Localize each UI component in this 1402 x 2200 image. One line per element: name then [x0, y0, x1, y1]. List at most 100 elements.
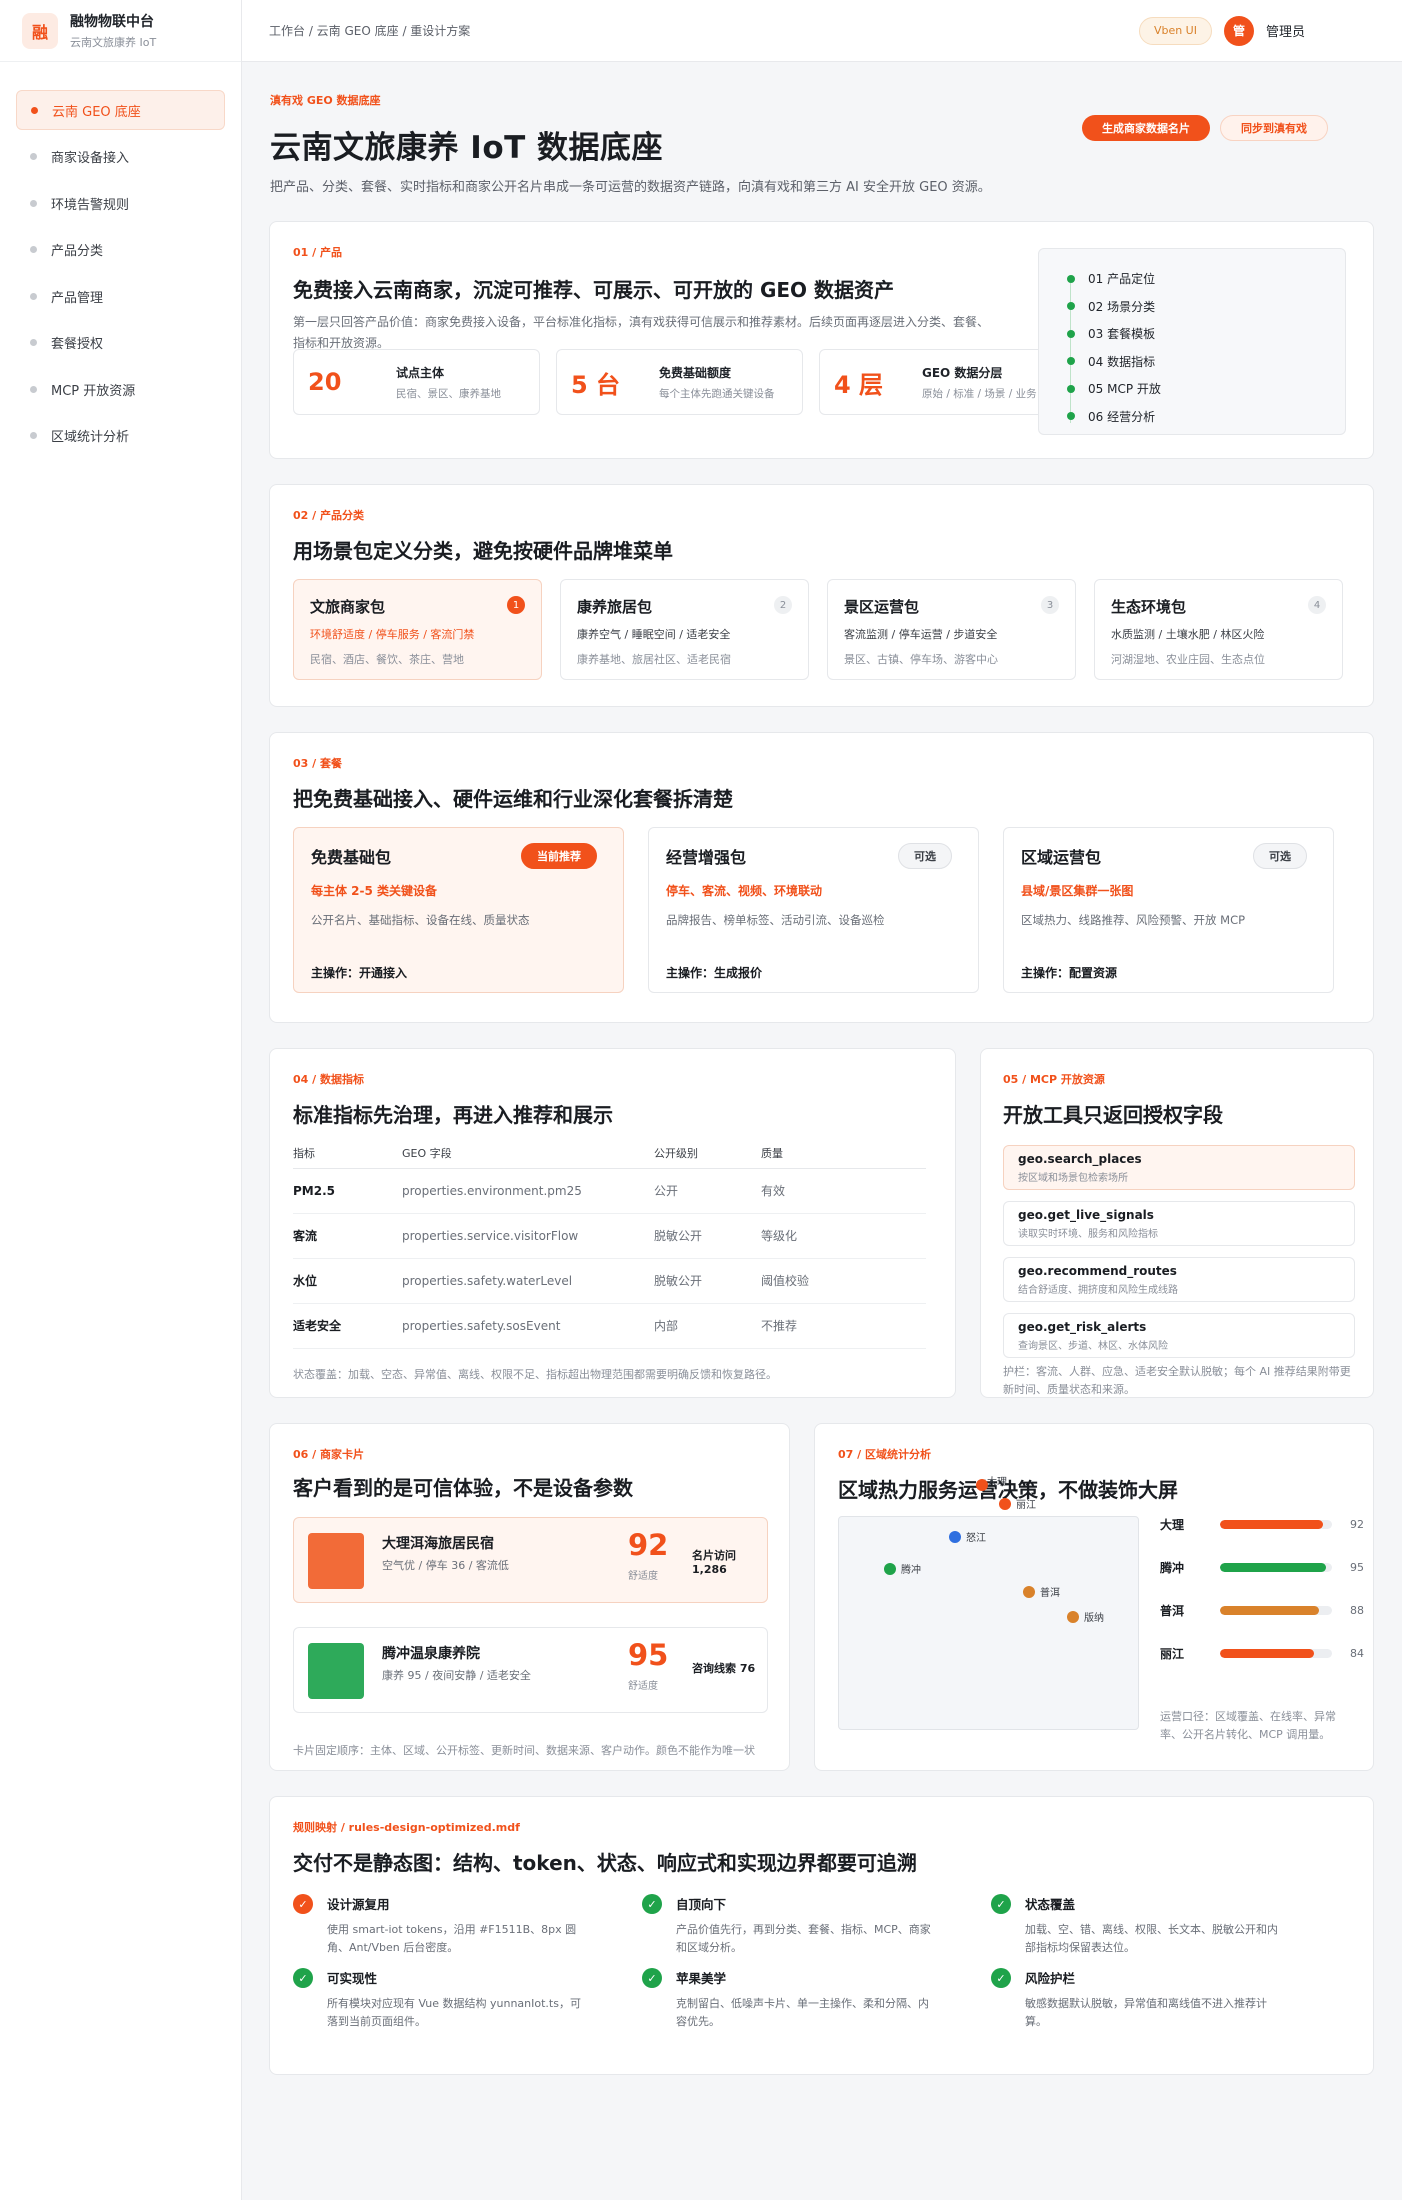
metrics-table: 指标 GEO 字段 公开级别 质量 PM2.5 properties.enviro… — [293, 1138, 926, 1349]
tool-name: geo.recommend_routes — [1018, 1264, 1177, 1278]
package-card[interactable]: 文旅商家包 1 环境舒适度 / 停车服务 / 客流门禁 民宿、酒店、餐饮、茶庄、营地 — [293, 579, 542, 680]
brand: 融 融物物联中台 云南文旅康养 IoT — [0, 0, 241, 62]
bar-value: 84 — [1350, 1647, 1364, 1660]
mcp-tool[interactable]: geo.get_risk_alerts 查询景区、步道、林区、水体风险 — [1003, 1313, 1355, 1358]
step-timeline: 01 产品定位 02 场景分类 03 套餐模板 04 数据指标 05 MCP 开… — [1038, 248, 1346, 435]
column-header: 指标 — [293, 1138, 402, 1169]
mcp-tool[interactable]: geo.recommend_routes 结合舒适度、拥挤度和风险生成线路 — [1003, 1257, 1355, 1302]
plan-highlight: 停车、客流、视频、环境联动 — [666, 884, 823, 898]
section-description: 第一层只回答产品价值：商家免费接入设备，平台标准化指标，滇有戏获得可信展示和推荐… — [293, 315, 990, 350]
region-map[interactable]: 大理 丽江 怒江 腾冲 普洱 版纳 — [838, 1477, 1139, 1730]
plan-primary-action[interactable]: 主操作：生成报价 — [666, 964, 762, 981]
bar-track — [1220, 1520, 1332, 1529]
table-cell: 水位 — [293, 1258, 402, 1304]
timeline-step[interactable]: 05 MCP 开放 — [1067, 375, 1345, 403]
check-icon: ✓ — [293, 1894, 313, 1914]
merchant-card[interactable]: 腾冲温泉康养院 康养 95 / 夜间安静 / 适老安全 95 舒适度 咨询线索 … — [293, 1627, 768, 1713]
timeline-step[interactable]: 03 套餐模板 — [1067, 320, 1345, 348]
plan-primary-action[interactable]: 主操作：开通接入 — [311, 964, 407, 981]
plan-badge[interactable]: 可选 — [1253, 843, 1307, 869]
map-pin[interactable]: 丽江 — [999, 1496, 1036, 1511]
breadcrumb[interactable]: 工作台 / 云南 GEO 底座 / 重设计方案 — [269, 22, 470, 39]
user-name[interactable]: 管理员 — [1266, 21, 1305, 40]
sidebar-item-label: 产品管理 — [51, 290, 104, 306]
rule-description: 所有模块对应现有 Vue 数据结构 yunnanIot.ts，可落到当前页面组件… — [327, 1997, 581, 2028]
hero-eyebrow: 滇有戏 GEO 数据底座 — [270, 94, 381, 107]
rule-item: ✓ 状态覆盖 加载、空、错、离线、权限、长文本、脱敏公开和内部指标均保留表达位。 — [991, 1894, 1311, 1957]
bar-track — [1220, 1563, 1332, 1572]
map-pin[interactable]: 腾冲 — [884, 1561, 921, 1576]
timeline-step[interactable]: 01 产品定位 — [1067, 265, 1345, 293]
mcp-tool[interactable]: geo.search_places 按区域和场景包检索场所 — [1003, 1145, 1355, 1190]
table-row[interactable]: 客流 properties.service.visitorFlow 脱敏公开 等级化 — [293, 1213, 926, 1259]
sidebar-item-geo[interactable]: 云南 GEO 底座 — [16, 90, 225, 130]
table-row[interactable]: 水位 properties.safety.waterLevel 脱敏公开 阈值校验 — [293, 1258, 926, 1304]
plan-badge[interactable]: 当前推荐 — [521, 843, 597, 869]
bar-label: 腾冲 — [1160, 1561, 1185, 1575]
topbar: 工作台 / 云南 GEO 底座 / 重设计方案 Vben UI 管 管理员 — [242, 0, 1402, 62]
timeline-step[interactable]: 02 场景分类 — [1067, 293, 1345, 321]
table-row[interactable]: PM2.5 properties.environment.pm25 公开 有效 — [293, 1168, 926, 1214]
section-region: 07 / 区域统计分析 区域热力服务运营决策，不做装饰大屏 大理 丽江 怒江 腾… — [814, 1423, 1374, 1771]
table-cell: 公开 — [654, 1168, 761, 1214]
plan-card[interactable]: 免费基础包 当前推荐 每主体 2-5 类关键设备 公开名片、基础指标、设备在线、质量状… — [293, 827, 624, 993]
bar-label: 普洱 — [1160, 1604, 1185, 1618]
bar-row[interactable]: 腾冲 95 — [1160, 1559, 1364, 1576]
sidebar-item-product[interactable]: 产品管理 — [16, 276, 225, 316]
step-label: 02 场景分类 — [1088, 299, 1156, 314]
bar-fill — [1220, 1520, 1324, 1529]
vben-chip[interactable]: Vben UI — [1138, 16, 1212, 45]
stat-sub: 民宿、景区、康养基地 — [396, 387, 501, 400]
generate-card-button[interactable]: 生成商家数据名片 — [1082, 115, 1210, 141]
step-label: 06 经营分析 — [1088, 409, 1156, 424]
sidebar-item-device[interactable]: 商家设备接入 — [16, 137, 225, 177]
rule-description: 敏感数据默认脱敏，异常值和离线值不进入推荐计算。 — [1025, 1997, 1267, 2028]
stat-sub: 每个主体先跑通关键设备 — [659, 387, 775, 400]
sidebar-item-alert[interactable]: 环境告警规则 — [16, 183, 225, 223]
plan-badge[interactable]: 可选 — [898, 843, 952, 869]
map-pin[interactable]: 大理 — [976, 1477, 1007, 1491]
bar-row[interactable]: 普洱 88 — [1160, 1602, 1364, 1619]
map-pin[interactable]: 版纳 — [1067, 1609, 1104, 1624]
sidebar-item-plan[interactable]: 套餐授权 — [16, 323, 225, 363]
stat-card: 20 试点主体 民宿、景区、康养基地 — [293, 349, 540, 415]
package-card[interactable]: 生态环境包 4 水质监测 / 土壤水肥 / 林区火险 河湖湿地、农业庄园、生态点位 — [1094, 579, 1343, 680]
avatar[interactable]: 管 — [1223, 15, 1254, 46]
timeline-step[interactable]: 06 经营分析 — [1067, 403, 1345, 431]
dot-icon — [1067, 384, 1075, 393]
mcp-tool[interactable]: geo.get_live_signals 读取实时环境、服务和风险指标 — [1003, 1201, 1355, 1246]
section-mcp: 05 / MCP 开放资源 开放工具只返回授权字段 geo.search_pla… — [980, 1048, 1374, 1398]
sidebar-item-label: 产品分类 — [51, 244, 104, 259]
table-row[interactable]: 适老安全 properties.safety.sosEvent 内部 不推荐 — [293, 1303, 926, 1349]
plan-card[interactable]: 经营增强包 可选 停车、客流、视频、环境联动 品牌报告、榜单标签、活动引流、设备巡检主… — [648, 827, 979, 993]
dot-icon — [1067, 357, 1075, 366]
package-number: 4 — [1308, 596, 1326, 614]
merchant-name: 腾冲温泉康养院 — [382, 1646, 480, 1662]
plan-primary-action[interactable]: 主操作：配置资源 — [1021, 964, 1117, 981]
bar-track — [1220, 1606, 1332, 1615]
map-pin[interactable]: 普洱 — [1023, 1584, 1060, 1599]
sidebar-item-mcp[interactable]: MCP 开放资源 — [16, 369, 225, 409]
bar-row[interactable]: 大理 92 — [1160, 1516, 1364, 1533]
sidebar-item-category[interactable]: 产品分类 — [16, 230, 225, 270]
stat-value: 4 层 — [834, 370, 884, 399]
map-pin[interactable]: 怒江 — [949, 1529, 986, 1544]
dot-icon — [30, 432, 37, 439]
plan-card[interactable]: 区域运营包 可选 县域/景区集群一张图 区域热力、线路推荐、风险预警、开放 MCP 主操… — [1003, 827, 1334, 993]
merchant-score: 95 — [628, 1638, 669, 1672]
sidebar-item-region[interactable]: 区域统计分析 — [16, 416, 225, 456]
section-title: 把免费基础接入、硬件运维和行业深化套餐拆清楚 — [293, 787, 733, 811]
section-tag: 规则映射 / rules-design-optimized.mdf — [293, 1821, 520, 1834]
brand-title: 融物物联中台 — [70, 14, 154, 30]
merchant-metric: 咨询线索 76 — [692, 1662, 756, 1675]
section-category: 02 / 产品分类 用场景包定义分类，避免按硬件品牌堆菜单 文旅商家包 1 环境舒适… — [269, 484, 1374, 707]
merchant-card[interactable]: 大理洱海旅居民宿 空气优 / 停车 36 / 客流低 92 舒适度 名片访问 1… — [293, 1517, 768, 1603]
sync-button[interactable]: 同步到滇有戏 — [1220, 115, 1328, 141]
package-card[interactable]: 景区运营包 3 客流监测 / 停车运营 / 步道安全 景区、古镇、停车场、游客中心 — [827, 579, 1076, 680]
sidebar-item-label: 云南 GEO 底座 — [52, 104, 141, 120]
timeline-step[interactable]: 04 数据指标 — [1067, 348, 1345, 376]
bar-row[interactable]: 丽江 84 — [1160, 1645, 1364, 1662]
package-card[interactable]: 康养旅居包 2 康养空气 / 睡眠空间 / 适老安全 康养基地、旅居社区、适老民宿 — [560, 579, 809, 680]
table-cell: 适老安全 — [293, 1303, 402, 1349]
bar-value: 95 — [1350, 1561, 1364, 1574]
